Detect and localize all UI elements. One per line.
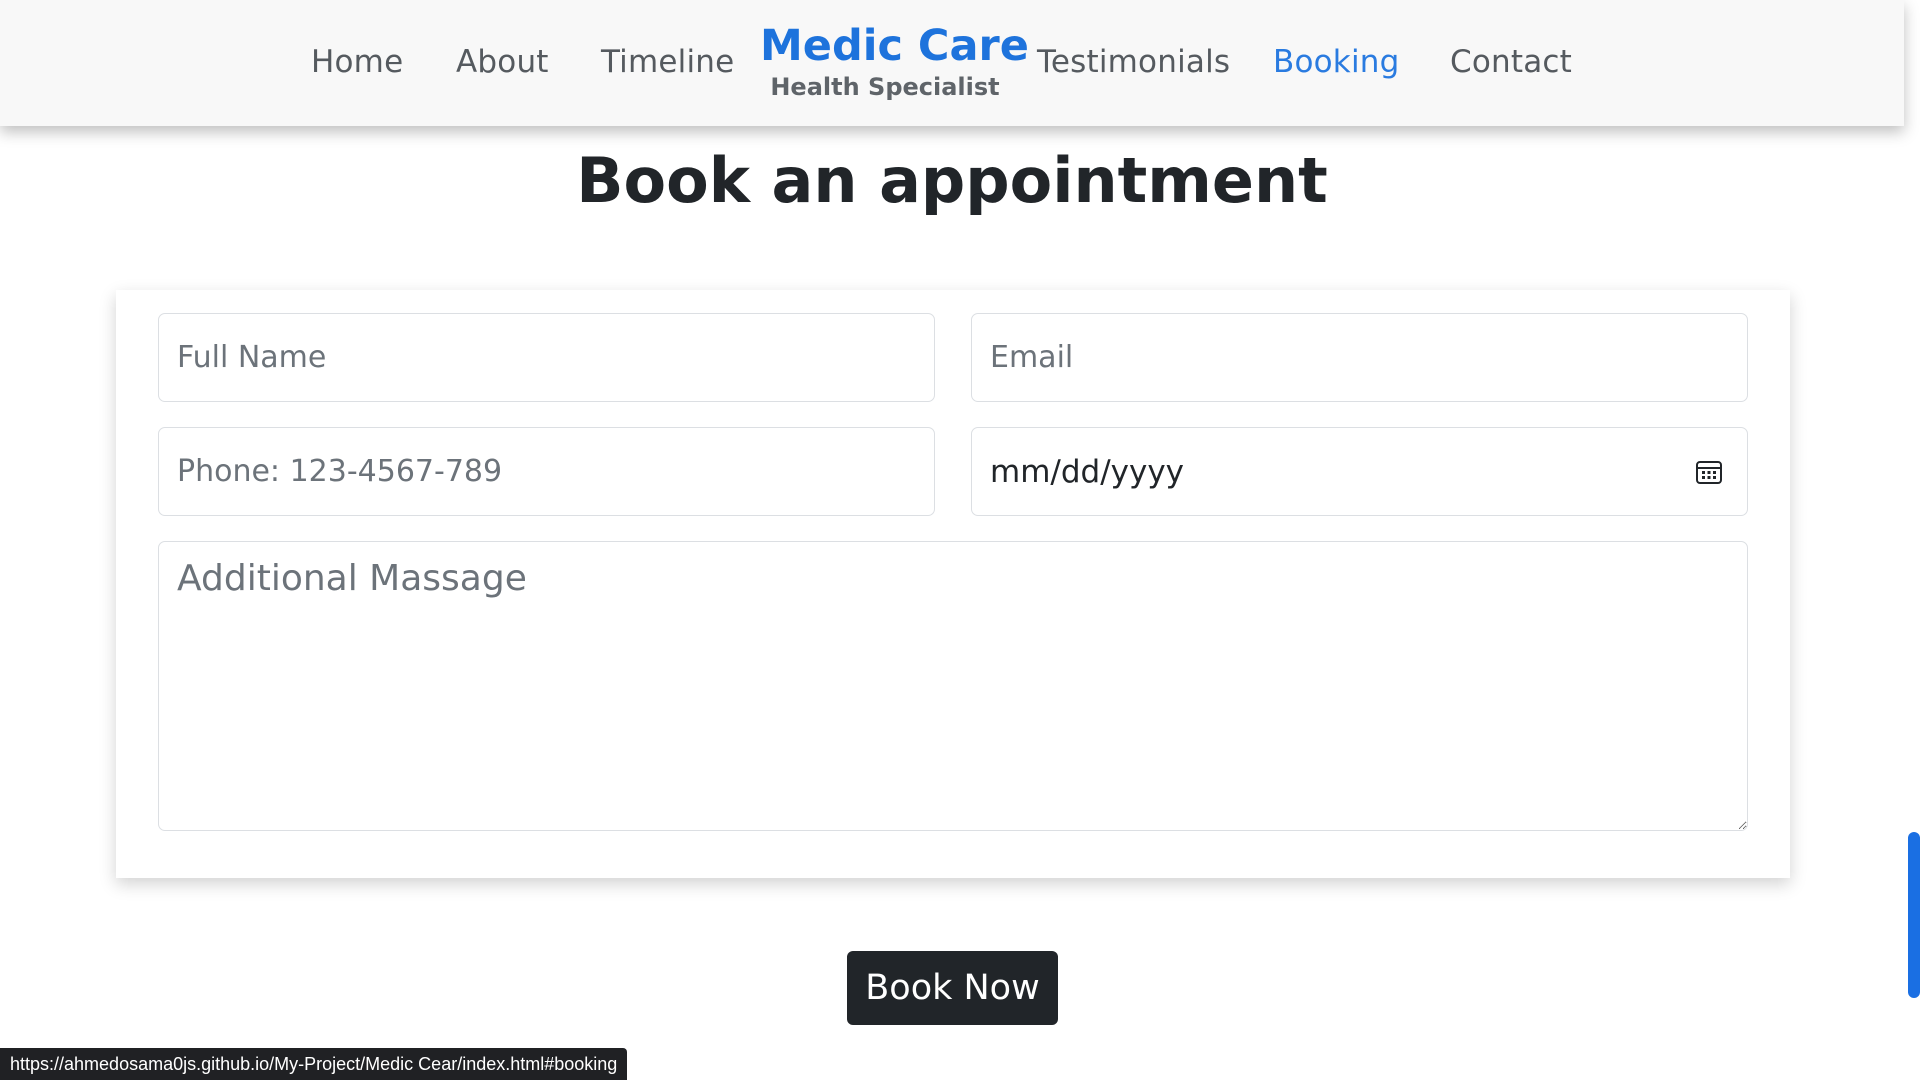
phone-input[interactable] xyxy=(158,427,935,516)
brand-title: Medic Care xyxy=(760,21,1029,71)
additional-message-textarea[interactable] xyxy=(158,541,1748,831)
page-title: Book an appointment xyxy=(576,144,1328,217)
calendar-icon[interactable] xyxy=(1695,458,1723,486)
nav-link-about[interactable]: About xyxy=(456,44,549,80)
email-input[interactable] xyxy=(971,313,1748,402)
page-scrollbar[interactable] xyxy=(1904,0,1920,1080)
date-value: mm/dd/yyyy xyxy=(990,453,1185,490)
date-input[interactable]: mm/dd/yyyy xyxy=(971,427,1748,516)
nav-link-booking[interactable]: Booking xyxy=(1273,44,1400,80)
link-status-bar: https://ahmedosama0js.github.io/My-Proje… xyxy=(0,1048,628,1080)
scrollbar-thumb[interactable] xyxy=(1908,832,1920,998)
booking-form: mm/dd/yyyy xyxy=(116,290,1790,878)
nav-link-testimonials[interactable]: Testimonials xyxy=(1037,44,1230,80)
brand-subtitle: Health Specialist xyxy=(770,73,1000,101)
nav-link-home[interactable]: Home xyxy=(311,44,403,80)
nav-link-timeline[interactable]: Timeline xyxy=(601,44,734,80)
full-name-input[interactable] xyxy=(158,313,935,402)
top-navbar: Home About Timeline Medic Care Health Sp… xyxy=(0,0,1904,126)
brand-logo[interactable]: Medic Care Health Specialist xyxy=(760,20,1029,102)
nav-link-contact[interactable]: Contact xyxy=(1450,44,1572,80)
book-now-button[interactable]: Book Now xyxy=(847,951,1058,1025)
